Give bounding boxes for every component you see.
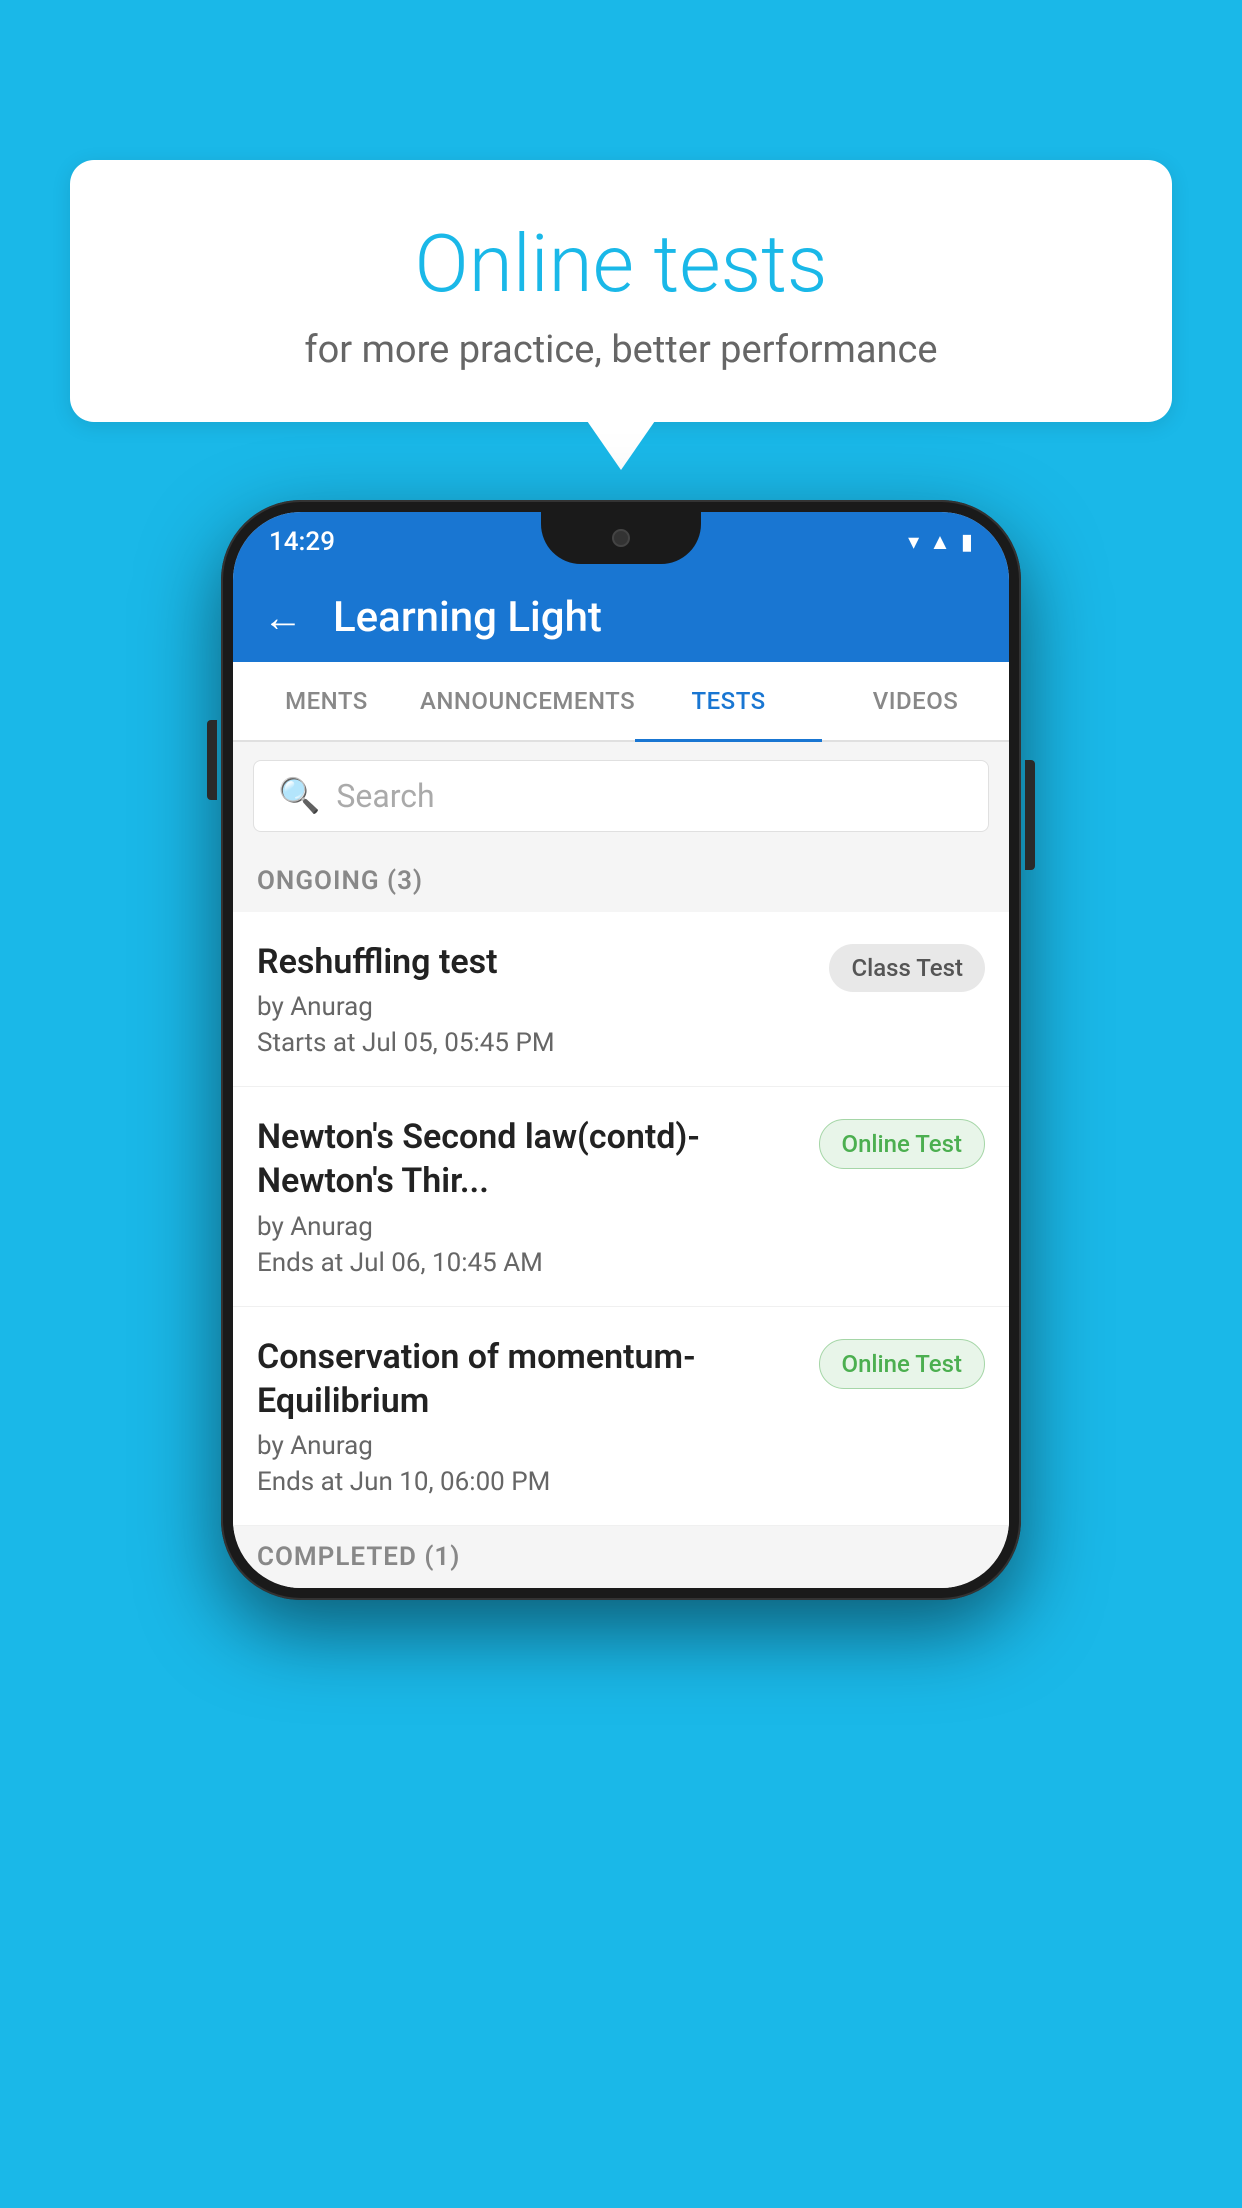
app-header: ← Learning Light xyxy=(233,572,1009,662)
test-author: by Anurag xyxy=(257,992,813,1022)
test-info: Reshuffling test by Anurag Starts at Jul… xyxy=(257,940,813,1058)
tab-ments[interactable]: MENTS xyxy=(233,662,420,740)
ongoing-title: ONGOING (3) xyxy=(257,866,423,896)
test-badge-class: Class Test xyxy=(829,944,985,992)
promo-section: Online tests for more practice, better p… xyxy=(70,160,1172,422)
test-name: Newton's Second law(contd)-Newton's Thir… xyxy=(257,1115,803,1203)
completed-title: COMPLETED (1) xyxy=(257,1542,460,1572)
test-list: Reshuffling test by Anurag Starts at Jul… xyxy=(233,912,1009,1526)
phone-mockup: 14:29 ▾ ▲ ▮ ← Learning Light MENTS xyxy=(221,500,1021,1600)
tab-bar: MENTS ANNOUNCEMENTS TESTS VIDEOS xyxy=(233,662,1009,742)
test-author: by Anurag xyxy=(257,1431,803,1461)
test-author: by Anurag xyxy=(257,1212,803,1242)
test-info: Newton's Second law(contd)-Newton's Thir… xyxy=(257,1115,803,1277)
test-item[interactable]: Reshuffling test by Anurag Starts at Jul… xyxy=(233,912,1009,1087)
test-info: Conservation of momentum-Equilibrium by … xyxy=(257,1335,803,1497)
camera-icon xyxy=(612,529,630,547)
speech-bubble: Online tests for more practice, better p… xyxy=(70,160,1172,422)
wifi-icon: ▾ xyxy=(908,530,919,555)
back-button[interactable]: ← xyxy=(263,594,303,641)
app-title: Learning Light xyxy=(333,593,602,642)
test-item[interactable]: Newton's Second law(contd)-Newton's Thir… xyxy=(233,1087,1009,1306)
test-badge-online-2: Online Test xyxy=(819,1339,985,1389)
tab-tests[interactable]: TESTS xyxy=(635,662,822,740)
search-input[interactable]: Search xyxy=(336,777,434,815)
phone-screen: 14:29 ▾ ▲ ▮ ← Learning Light MENTS xyxy=(233,512,1009,1588)
status-icons: ▾ ▲ ▮ xyxy=(908,529,973,555)
test-badge-online: Online Test xyxy=(819,1119,985,1169)
status-bar: 14:29 ▾ ▲ ▮ xyxy=(233,512,1009,572)
search-container: 🔍 Search xyxy=(233,742,1009,850)
search-bar[interactable]: 🔍 Search xyxy=(253,760,989,832)
tab-videos[interactable]: VIDEOS xyxy=(822,662,1009,740)
test-name: Reshuffling test xyxy=(257,940,813,984)
battery-icon: ▮ xyxy=(961,530,973,555)
bubble-title: Online tests xyxy=(130,220,1112,308)
search-icon: 🔍 xyxy=(278,776,320,816)
test-item[interactable]: Conservation of momentum-Equilibrium by … xyxy=(233,1307,1009,1526)
test-time: Ends at Jun 10, 06:00 PM xyxy=(257,1467,803,1497)
completed-section-header: COMPLETED (1) xyxy=(233,1526,1009,1588)
signal-icon: ▲ xyxy=(929,529,951,555)
status-time: 14:29 xyxy=(269,527,335,557)
phone-frame: 14:29 ▾ ▲ ▮ ← Learning Light MENTS xyxy=(221,500,1021,1600)
bubble-subtitle: for more practice, better performance xyxy=(130,328,1112,372)
tab-announcements[interactable]: ANNOUNCEMENTS xyxy=(420,662,635,740)
test-time: Ends at Jul 06, 10:45 AM xyxy=(257,1248,803,1278)
notch xyxy=(541,512,701,564)
ongoing-section-header: ONGOING (3) xyxy=(233,850,1009,912)
test-time: Starts at Jul 05, 05:45 PM xyxy=(257,1028,813,1058)
test-name: Conservation of momentum-Equilibrium xyxy=(257,1335,803,1423)
